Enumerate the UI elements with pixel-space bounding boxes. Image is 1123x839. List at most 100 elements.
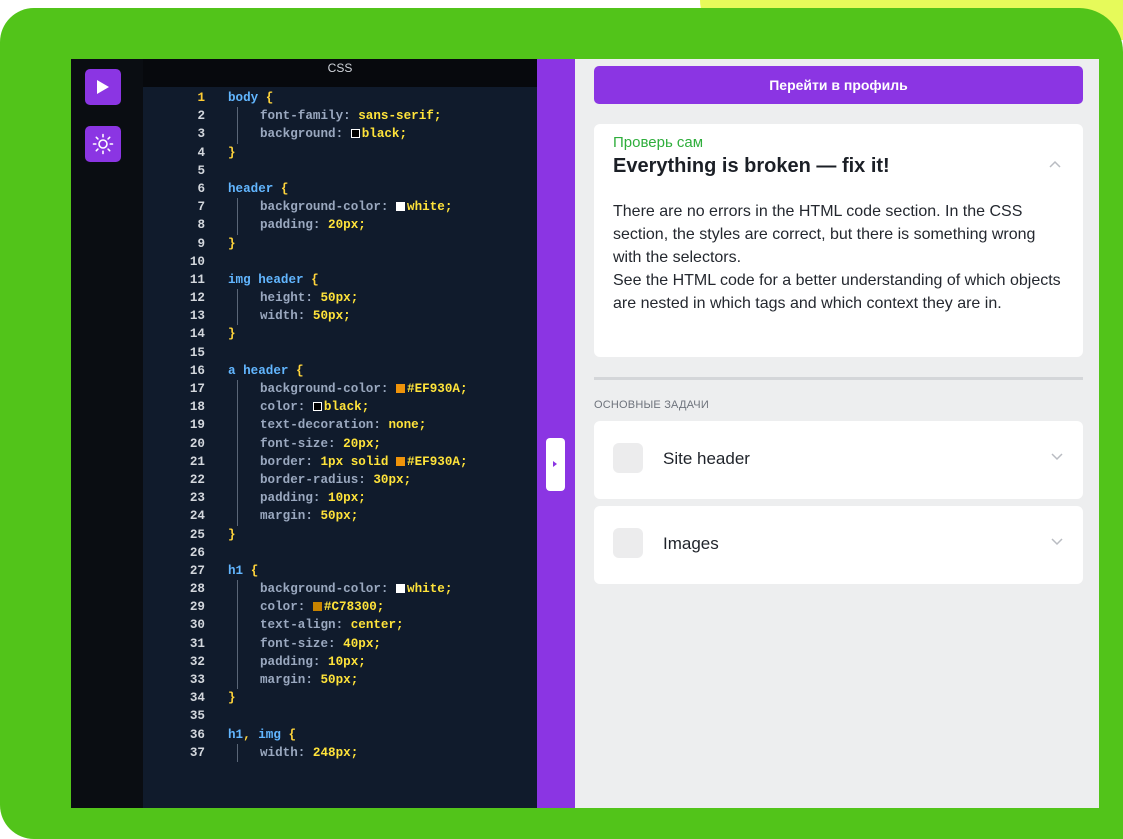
subtask-checkbox[interactable] bbox=[613, 443, 643, 473]
color-swatch[interactable] bbox=[312, 602, 322, 612]
code-line[interactable]: 34} bbox=[143, 689, 537, 707]
section-divider bbox=[594, 377, 1083, 380]
color-swatch[interactable] bbox=[350, 129, 360, 139]
chevron-up-icon[interactable] bbox=[1049, 160, 1061, 168]
code-line[interactable]: 5 bbox=[143, 162, 537, 180]
code-line[interactable]: 37 width: 248px; bbox=[143, 743, 537, 762]
subtask-card-site-header[interactable]: Site header bbox=[594, 421, 1083, 499]
subtask-checkbox[interactable] bbox=[613, 528, 643, 558]
code-line[interactable]: 33 margin: 50px; bbox=[143, 671, 537, 690]
color-swatch[interactable] bbox=[312, 402, 322, 412]
code-line[interactable]: 3 background: black; bbox=[143, 125, 537, 144]
code-area[interactable]: 1 body {2 font-family: sans-serif; 3 backgro… bbox=[143, 89, 537, 762]
code-line[interactable]: 24 margin: 50px; bbox=[143, 507, 537, 526]
chevron-down-icon[interactable] bbox=[1051, 453, 1063, 461]
task-card: Проверь сам Everything is broken — fix i… bbox=[594, 124, 1083, 357]
code-line[interactable]: 22 border-radius: 30px; bbox=[143, 470, 537, 490]
task-description: There are no errors in the HTML code sec… bbox=[613, 200, 1063, 315]
line-number: 21 bbox=[189, 454, 205, 469]
code-line[interactable]: 31 font-size: 40px; bbox=[143, 634, 537, 653]
go-to-profile-button[interactable]: Перейти в профиль bbox=[594, 66, 1083, 104]
code-line[interactable]: 8 padding: 20px; bbox=[143, 216, 537, 235]
code-line[interactable]: 26 bbox=[143, 544, 537, 562]
code-line[interactable]: 32 padding: 10px; bbox=[143, 652, 537, 671]
code-line[interactable]: 17 background-color: #EF930A; bbox=[143, 380, 537, 399]
code-token: 50px; bbox=[320, 291, 359, 306]
code-line[interactable]: 11 img header { bbox=[143, 271, 537, 289]
theme-toggle-button[interactable] bbox=[85, 126, 121, 162]
line-number: 7 bbox=[197, 200, 205, 215]
indent-guide bbox=[237, 307, 238, 326]
line-number: 32 bbox=[189, 654, 205, 669]
indent-guide bbox=[237, 671, 238, 690]
code-token: body bbox=[228, 91, 266, 105]
code-text: img header { bbox=[228, 271, 319, 289]
code-text: } bbox=[228, 144, 236, 162]
chevron-down-icon[interactable] bbox=[1051, 538, 1063, 546]
color-swatch[interactable] bbox=[396, 384, 406, 393]
code-token: #C78300; bbox=[323, 600, 385, 615]
code-line[interactable]: 23 padding: 10px; bbox=[143, 489, 537, 508]
indent-guide bbox=[237, 416, 238, 435]
code-token: { bbox=[250, 563, 259, 578]
code-line[interactable]: 20 font-size: 20px; bbox=[143, 434, 537, 453]
code-token: font-size: bbox=[260, 636, 344, 651]
code-token: padding: bbox=[260, 491, 329, 506]
code-line[interactable]: 36 h1, img { bbox=[143, 726, 537, 744]
line-number: 9 bbox=[197, 236, 205, 251]
indent-guide bbox=[237, 452, 238, 471]
code-line[interactable]: 21 border: 1px solid #EF930A; bbox=[143, 452, 537, 471]
code-line[interactable]: 2 font-family: sans-serif; bbox=[143, 107, 537, 126]
code-line[interactable]: 14} bbox=[143, 325, 537, 343]
code-token: } bbox=[228, 236, 236, 251]
code-line[interactable]: 4} bbox=[143, 144, 537, 162]
code-line[interactable]: 10 bbox=[143, 253, 537, 271]
code-token: width: bbox=[260, 745, 313, 760]
code-line[interactable]: 13 width: 50px; bbox=[143, 307, 537, 326]
subtask-card-images[interactable]: Images bbox=[594, 506, 1083, 584]
code-line[interactable]: 18 color: black; bbox=[143, 398, 537, 417]
line-number: 5 bbox=[197, 163, 205, 178]
code-line[interactable]: 1 body { bbox=[143, 89, 537, 107]
line-number: 23 bbox=[189, 491, 205, 506]
indent-guide bbox=[237, 634, 238, 653]
code-line[interactable]: 6 header { bbox=[143, 180, 537, 198]
color-swatch[interactable] bbox=[396, 202, 406, 212]
code-token: sans-serif; bbox=[358, 109, 442, 124]
expand-pane-handle[interactable] bbox=[546, 438, 565, 491]
line-number: 3 bbox=[197, 127, 205, 142]
editor-tab-label: CSS bbox=[143, 59, 537, 87]
line-number: 12 bbox=[189, 291, 205, 306]
code-line[interactable]: 28 background-color: white; bbox=[143, 580, 537, 599]
code-line[interactable]: 29 color: #C78300; bbox=[143, 598, 537, 617]
code-token: { bbox=[311, 272, 319, 287]
code-line[interactable]: 12 height: 50px; bbox=[143, 289, 537, 308]
code-token: background-color: bbox=[260, 582, 397, 597]
code-token: none; bbox=[388, 418, 427, 433]
code-line[interactable]: 27 h1 { bbox=[143, 562, 537, 580]
task-eyebrow: Проверь сам bbox=[613, 134, 704, 151]
line-number: 6 bbox=[197, 181, 205, 196]
line-number: 16 bbox=[189, 363, 205, 378]
code-line[interactable]: 7 background-color: white; bbox=[143, 198, 537, 217]
code-line[interactable]: 30 text-align: center; bbox=[143, 616, 537, 635]
run-button[interactable] bbox=[85, 69, 121, 105]
code-token: } bbox=[228, 327, 236, 342]
code-token: text-align: bbox=[260, 618, 351, 633]
line-number: 10 bbox=[189, 254, 205, 269]
code-line[interactable]: 35 bbox=[143, 707, 537, 725]
code-line[interactable]: 19 text-decoration: none; bbox=[143, 416, 537, 435]
line-number: 14 bbox=[189, 327, 205, 342]
color-swatch[interactable] bbox=[396, 584, 406, 594]
color-swatch[interactable] bbox=[396, 456, 406, 466]
code-token: background-color: bbox=[260, 200, 397, 215]
css-editor[interactable]: CSS 1 body {2 font-family: sans-serif; 3 bac… bbox=[143, 59, 537, 808]
pane-divider[interactable] bbox=[537, 59, 575, 808]
code-text: padding: 10px; bbox=[260, 489, 366, 507]
code-line[interactable]: 16 a header { bbox=[143, 362, 537, 380]
line-number: 25 bbox=[189, 527, 205, 542]
code-text: } bbox=[228, 235, 236, 253]
code-line[interactable]: 9} bbox=[143, 235, 537, 253]
code-line[interactable]: 25} bbox=[143, 526, 537, 544]
code-line[interactable]: 15 bbox=[143, 344, 537, 362]
